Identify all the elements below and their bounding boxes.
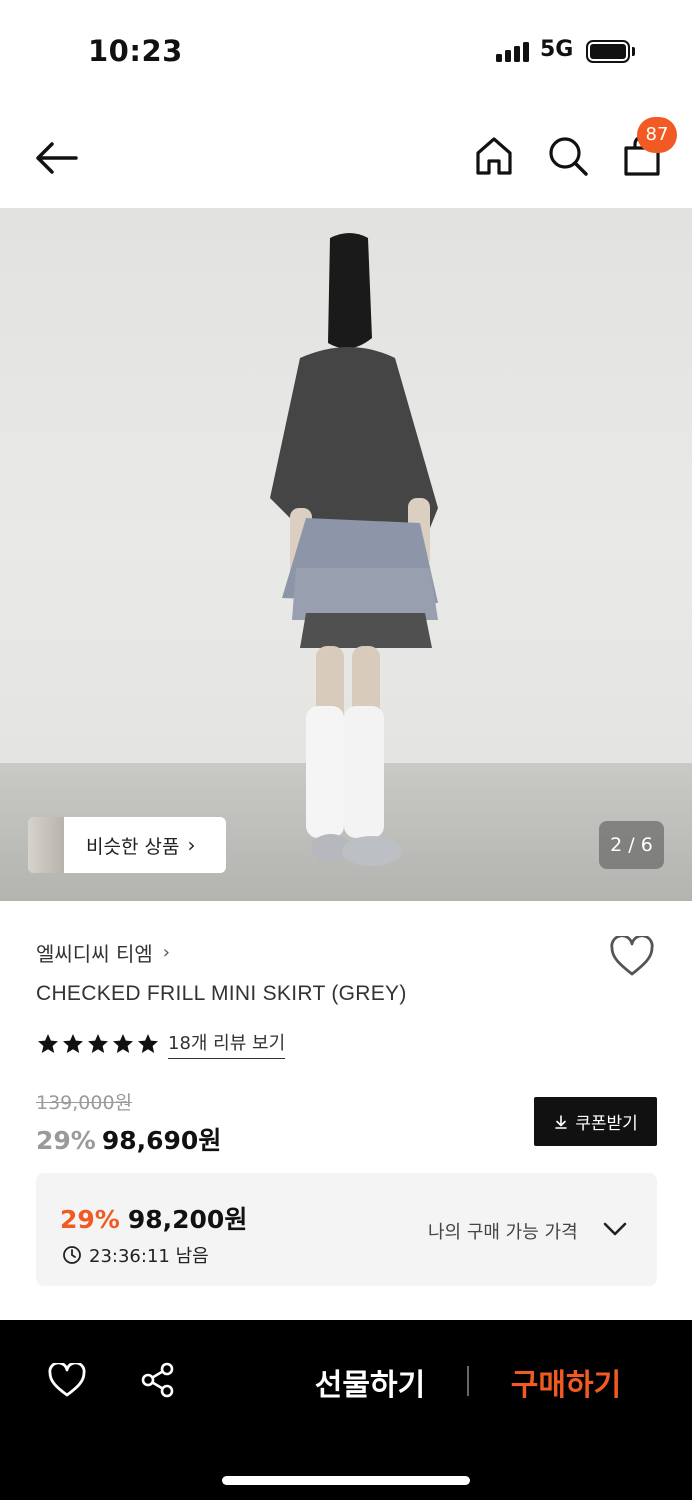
rating-row: 18개 리뷰 보기 [36, 1029, 286, 1059]
bottom-action-bar: 선물하기 구매하기 [0, 1320, 692, 1500]
similar-product-thumbnail [28, 817, 64, 873]
coupon-download-button[interactable]: 쿠폰받기 [534, 1097, 657, 1146]
star-icon [138, 1034, 158, 1053]
promo-price-row: 29% 98,200원 [60, 1200, 247, 1236]
star-rating [36, 1032, 160, 1056]
product-photo [270, 233, 438, 866]
home-indicator [222, 1476, 470, 1485]
status-time: 10:23 [88, 34, 183, 68]
image-page-indicator: 2 / 6 [599, 821, 664, 869]
clock-icon [63, 1246, 81, 1264]
product-title: CHECKED FRILL MINI SKIRT (GREY) [36, 982, 407, 1005]
brand-name: 엘씨디씨 티엠 [36, 942, 153, 966]
coupon-label: 쿠폰받기 [575, 1114, 638, 1134]
price-row: 29% 98,690원 [36, 1121, 221, 1157]
heart-icon[interactable] [48, 1363, 86, 1399]
chevron-right-icon: › [187, 833, 196, 857]
promo-price: 98,200원 [127, 1205, 248, 1234]
countdown-text: 23:36:11 남음 [89, 1246, 209, 1267]
product-image-carousel[interactable]: 비슷한 상품 › 2 / 6 [0, 208, 692, 901]
star-icon [63, 1034, 83, 1053]
star-icon [88, 1034, 108, 1053]
similar-products-label: 비슷한 상품 [86, 835, 180, 858]
discount-rate: 29% [36, 1126, 96, 1155]
top-nav [0, 110, 692, 205]
countdown-row: 23:36:11 남음 [62, 1242, 209, 1268]
buy-button[interactable]: 구매하기 [496, 1360, 636, 1404]
battery-cap [632, 47, 635, 56]
sale-price: 98,690원 [101, 1126, 222, 1155]
network-label: 5G [540, 37, 574, 62]
cart-count-badge: 87 [637, 117, 677, 153]
signal-icon [496, 42, 532, 62]
brand-link[interactable]: 엘씨디씨 티엠 › [36, 938, 170, 967]
my-price-label: 나의 구매 가능 가격 [428, 1222, 578, 1243]
review-link[interactable]: 18개 리뷰 보기 [168, 1029, 286, 1059]
chevron-right-icon: › [162, 942, 170, 963]
divider [467, 1366, 469, 1396]
search-icon[interactable] [546, 134, 590, 178]
promo-discount-rate: 29% [60, 1205, 120, 1234]
arrow-left-icon[interactable] [32, 136, 80, 180]
status-bar: 10:23 5G [0, 0, 692, 100]
original-price: 139,000원 [36, 1092, 133, 1114]
battery-icon [586, 40, 630, 63]
star-icon [113, 1034, 133, 1053]
home-icon[interactable] [472, 134, 516, 178]
download-icon [555, 1114, 568, 1129]
gift-button[interactable]: 선물하기 [300, 1360, 440, 1404]
similar-products-button[interactable]: 비슷한 상품 › [28, 817, 226, 873]
my-price-panel[interactable]: 29% 98,200원 23:36:11 남음 나의 구매 가능 가격 [36, 1173, 657, 1286]
share-icon[interactable] [139, 1361, 177, 1399]
heart-icon[interactable] [609, 936, 655, 978]
star-icon [38, 1034, 58, 1053]
chevron-down-icon [603, 1222, 627, 1236]
